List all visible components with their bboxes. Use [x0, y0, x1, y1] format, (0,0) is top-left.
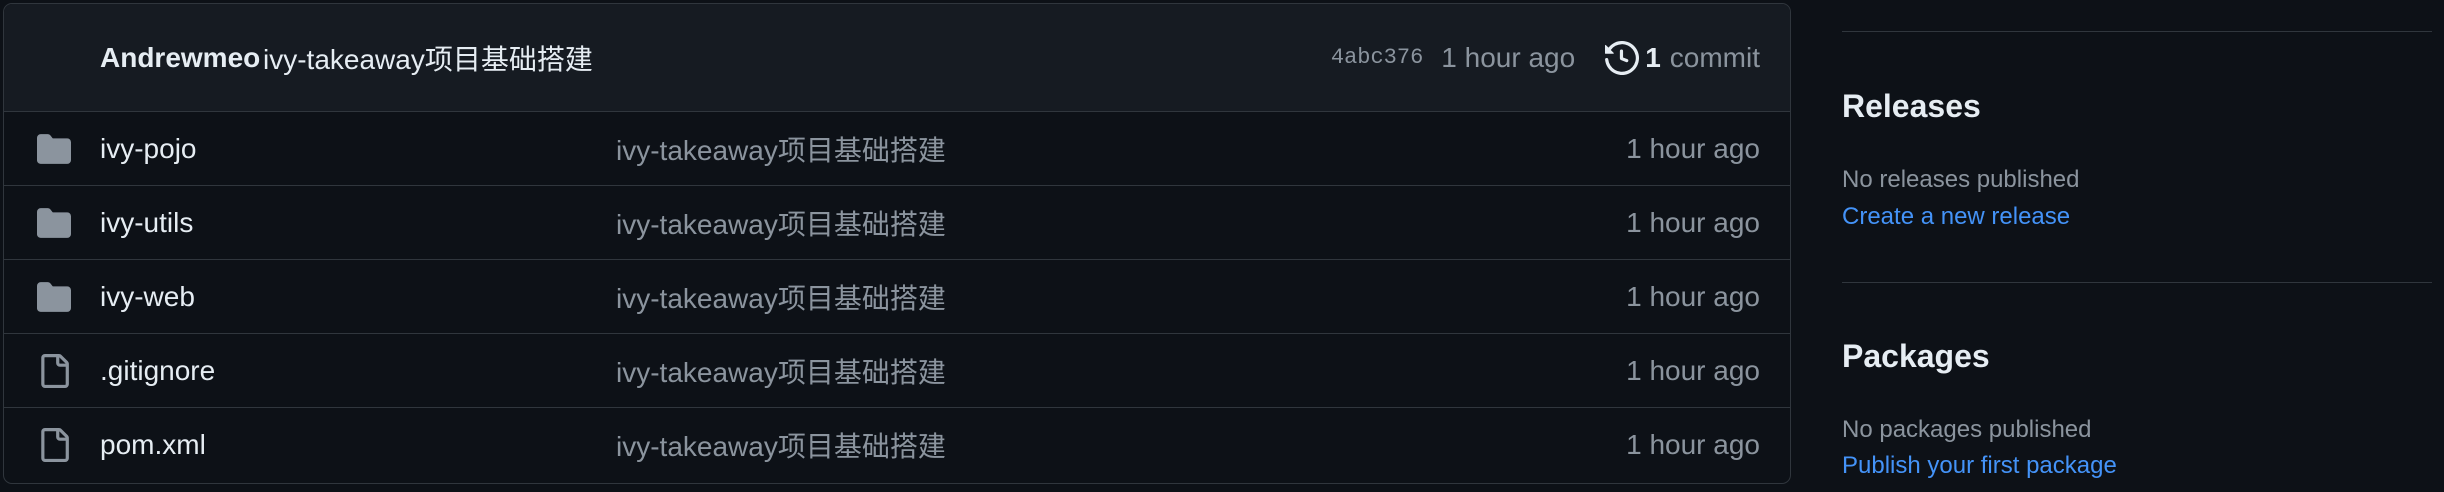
commit-history-link[interactable]: 1 commit: [1605, 40, 1760, 75]
publish-package-link[interactable]: Publish your first package: [1842, 452, 2117, 480]
file-row[interactable]: ivy-web ivy-takeaway项目基础搭建 1 hour ago: [4, 260, 1790, 334]
file-icon: [37, 353, 71, 388]
latest-commit-header: Andrewmeo ivy-takeaway项目基础搭建 4abc376 1 h…: [4, 4, 1790, 112]
commit-author-link[interactable]: Andrewmeo: [100, 42, 260, 74]
packages-heading-link[interactable]: Packages: [1842, 338, 1990, 375]
create-release-link[interactable]: Create a new release: [1842, 203, 2070, 231]
file-commit-message-link[interactable]: ivy-takeaway项目基础搭建: [616, 351, 946, 391]
file-commit-message-link[interactable]: ivy-takeaway项目基础搭建: [616, 203, 946, 243]
sidebar-divider: [1842, 31, 2432, 32]
file-commit-message-link[interactable]: ivy-takeaway项目基础搭建: [616, 425, 946, 465]
file-row[interactable]: pom.xml ivy-takeaway项目基础搭建 1 hour ago: [4, 408, 1790, 482]
file-name-link[interactable]: ivy-utils: [100, 207, 193, 239]
file-row[interactable]: ivy-pojo ivy-takeaway项目基础搭建 1 hour ago: [4, 112, 1790, 186]
folder-icon: [37, 132, 71, 166]
repo-page: Andrewmeo ivy-takeaway项目基础搭建 4abc376 1 h…: [0, 0, 2444, 492]
file-time: 1 hour ago: [1626, 280, 1760, 312]
packages-empty-text: No packages published: [1842, 416, 2092, 443]
file-name-link[interactable]: pom.xml: [100, 429, 206, 461]
file-time: 1 hour ago: [1626, 206, 1760, 238]
commit-time: 1 hour ago: [1441, 41, 1576, 73]
commit-meta: 4abc376 1 hour ago 1 commit: [1331, 40, 1760, 75]
commit-sha-link[interactable]: 4abc376: [1331, 45, 1423, 70]
releases-heading-link[interactable]: Releases: [1842, 88, 1981, 125]
file-name-link[interactable]: .gitignore: [100, 355, 215, 387]
history-icon: [1605, 40, 1640, 75]
commit-message-link[interactable]: ivy-takeaway项目基础搭建: [263, 38, 593, 78]
file-name-link[interactable]: ivy-web: [100, 281, 195, 313]
file-time: 1 hour ago: [1626, 354, 1760, 386]
file-row[interactable]: ivy-utils ivy-takeaway项目基础搭建 1 hour ago: [4, 186, 1790, 260]
file-icon: [37, 428, 71, 462]
file-table: Andrewmeo ivy-takeaway项目基础搭建 4abc376 1 h…: [3, 3, 1791, 484]
repo-sidebar: Releases No releases published Create a …: [1842, 0, 2432, 492]
commit-count-label: commit: [1669, 41, 1760, 73]
releases-empty-text: No releases published: [1842, 166, 2080, 193]
file-commit-message-link[interactable]: ivy-takeaway项目基础搭建: [616, 277, 946, 317]
folder-icon: [37, 280, 71, 314]
file-row[interactable]: .gitignore ivy-takeaway项目基础搭建 1 hour ago: [4, 334, 1790, 408]
file-time: 1 hour ago: [1626, 132, 1760, 164]
commit-count: 1: [1645, 41, 1661, 73]
file-commit-message-link[interactable]: ivy-takeaway项目基础搭建: [616, 129, 946, 169]
file-time: 1 hour ago: [1626, 429, 1760, 460]
folder-icon: [37, 206, 71, 240]
file-name-link[interactable]: ivy-pojo: [100, 133, 196, 165]
sidebar-divider: [1842, 282, 2432, 283]
